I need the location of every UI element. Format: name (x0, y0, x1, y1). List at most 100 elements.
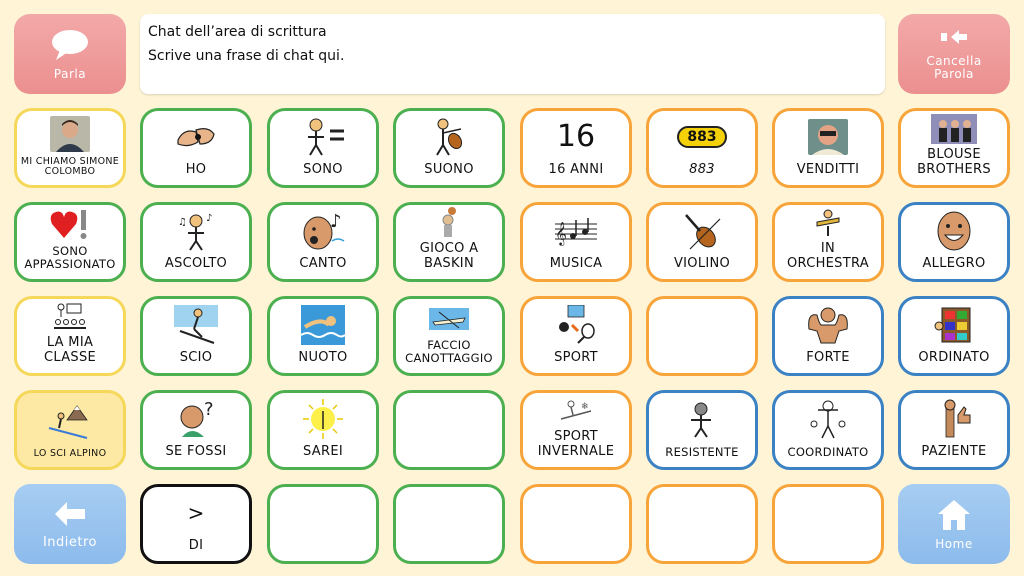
tile-allegro[interactable]: ALLEGRO (898, 202, 1010, 282)
tile-symbol (901, 393, 1007, 444)
number-sixteen: 16 (556, 119, 596, 154)
tile-symbol (17, 205, 123, 245)
tile-nuoto[interactable]: NUOTO (267, 296, 379, 376)
tile-empty[interactable] (646, 296, 758, 376)
tile-symbol (775, 393, 881, 446)
tile-scio[interactable]: SCIO (140, 296, 252, 376)
tile-label: CANTO (299, 256, 347, 271)
tile-musica[interactable]: 𝄞 MUSICA (520, 202, 632, 282)
tile-di[interactable]: > DI (140, 484, 252, 564)
tile-symbol (775, 205, 881, 241)
tile-ho[interactable]: HO (140, 108, 252, 188)
chat-hint: Scrive una frase di chat qui. (148, 48, 345, 64)
chat-title: Chat dell’area di scrittura (148, 24, 327, 40)
tile-sport-invernale[interactable]: ❄ SPORT INVERNALE (520, 390, 632, 470)
delete-arrow-icon (941, 30, 967, 44)
tile-sport[interactable]: SPORT (520, 296, 632, 376)
svg-text:♫: ♫ (178, 217, 187, 228)
tile-faccio-canottaggio[interactable]: FACCIO CANOTTAGGIO (393, 296, 505, 376)
tile-16-anni[interactable]: 16 16 ANNI (520, 108, 632, 188)
tile-symbol: > (143, 487, 249, 538)
home-icon (938, 499, 970, 530)
music-notes-icon: 𝄞 (555, 217, 597, 246)
tile-label: PAZIENTE (921, 444, 987, 459)
person-equals-icon (308, 118, 344, 156)
tile-empty[interactable] (267, 484, 379, 564)
chat-text-area[interactable]: Chat dell’area di scrittura Scrive una f… (140, 14, 885, 94)
tile-coordinato[interactable]: COORDINATO (772, 390, 884, 470)
band-photo-icon (931, 114, 977, 144)
left-arrow-icon (55, 501, 85, 526)
tile-forte[interactable]: FORTE (772, 296, 884, 376)
tile-ordinato[interactable]: ORDINATO (898, 296, 1010, 376)
tile-la-mia-classe[interactable]: LA MIA CLASSE (14, 296, 126, 376)
strong-arms-icon (808, 307, 848, 343)
tile-empty[interactable] (772, 484, 884, 564)
tile-label: IN ORCHESTRA (787, 241, 869, 271)
tile-symbol: ♪ (270, 205, 376, 256)
sun-person-icon (303, 398, 343, 439)
tile-label: 883 (689, 162, 715, 177)
speak-button[interactable]: Parla (14, 14, 126, 94)
tile-symbol (17, 111, 123, 157)
tile-canto[interactable]: ♪ CANTO (267, 202, 379, 282)
tile-sarei[interactable]: SAREI (267, 390, 379, 470)
tile-empty[interactable] (393, 484, 505, 564)
tile-symbol (396, 205, 502, 241)
tile-label: BLOUSE BROTHERS (917, 147, 991, 177)
patient-thumbs-up-icon (944, 399, 971, 437)
svg-text:?: ? (204, 399, 214, 420)
tile-symbol (901, 299, 1007, 350)
tile-symbol (649, 205, 755, 256)
sports-icon (559, 304, 595, 344)
tile-symbol (17, 299, 123, 335)
tile-gioco-a-baskin[interactable]: GIOCO A BASKIN (393, 202, 505, 282)
tile-symbol (17, 393, 123, 449)
tile-lo-sci-alpino[interactable]: LO SCI ALPINO (14, 390, 126, 470)
tile-label: GIOCO A BASKIN (419, 241, 479, 271)
tile-empty[interactable] (520, 484, 632, 564)
happy-face-icon (937, 211, 971, 250)
swimmer-icon (301, 304, 345, 345)
back-button[interactable]: Indietro (14, 484, 126, 564)
tile-sono-appassionato[interactable]: SONO APPASSIONATO (14, 202, 126, 282)
tile-venditti[interactable]: VENDITTI (772, 108, 884, 188)
svg-text:♪: ♪ (330, 211, 342, 232)
coordinated-people-icon (810, 400, 846, 438)
tile-label: DI (188, 538, 204, 553)
tile-simone-colombo[interactable]: MI CHIAMO SIMONE COLOMBO (14, 108, 126, 188)
home-button[interactable]: Home (898, 484, 1010, 564)
tile-symbol (270, 111, 376, 162)
tile-resistente[interactable]: RESISTENTE (646, 390, 758, 470)
tile-blouse-brothers[interactable]: BLOUSE BROTHERS (898, 108, 1010, 188)
tile-label: LO SCI ALPINO (33, 448, 107, 459)
tile-symbol (396, 299, 502, 339)
tile-symbol (775, 299, 881, 350)
greater-than-symbol: > (187, 500, 205, 525)
tile-symbol (775, 111, 881, 162)
tile-se-fossi[interactable]: ? SE FOSSI (140, 390, 252, 470)
tile-symbol (523, 299, 629, 350)
tile-empty[interactable] (646, 484, 758, 564)
tile-symbol (901, 205, 1007, 256)
rowing-icon (429, 308, 469, 330)
tile-paziente[interactable]: PAZIENTE (898, 390, 1010, 470)
tile-violino[interactable]: VIOLINO (646, 202, 758, 282)
tile-label: ASCOLTO (164, 256, 228, 271)
svg-text:❄: ❄ (581, 402, 589, 412)
tile-suono[interactable]: SUONO (393, 108, 505, 188)
tile-label: NUOTO (298, 350, 348, 365)
speak-label: Parla (53, 66, 87, 81)
tile-sono[interactable]: SONO (267, 108, 379, 188)
tile-label: LA MIA CLASSE (43, 335, 97, 365)
tile-empty[interactable] (393, 390, 505, 470)
orchestra-icon (816, 209, 840, 236)
tile-label: SPORT (554, 350, 598, 365)
tile-symbol (901, 111, 1007, 147)
tile-in-orchestra[interactable]: IN ORCHESTRA (772, 202, 884, 282)
tile-883[interactable]: 883 883 (646, 108, 758, 188)
tile-ascolto[interactable]: ♪ ♫ ASCOLTO (140, 202, 252, 282)
delete-word-button[interactable]: Cancella Parola (898, 14, 1010, 94)
tile-label: SPORT INVERNALE (537, 429, 615, 459)
tile-symbol (270, 299, 376, 350)
